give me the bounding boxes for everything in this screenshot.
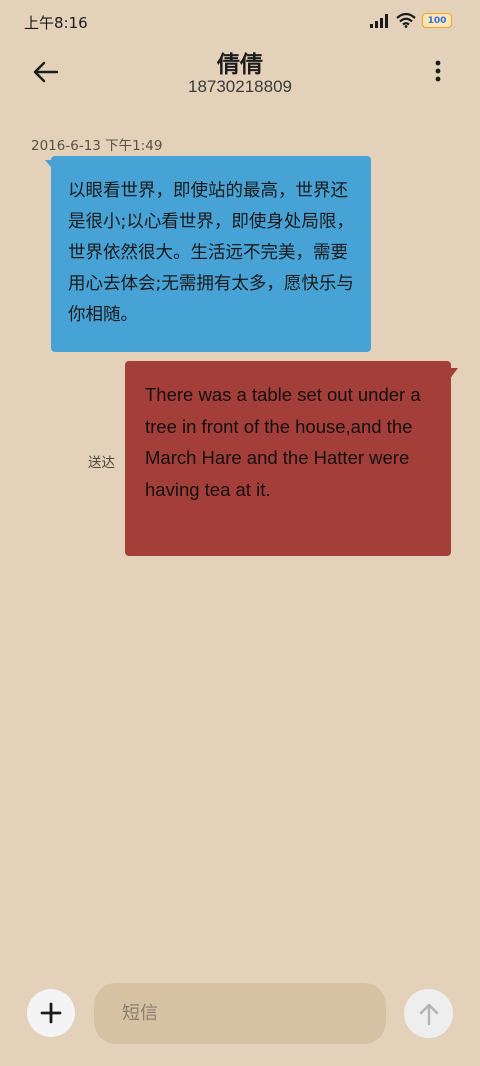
sms-input[interactable] — [94, 983, 386, 1044]
message-timestamp: 2016-6-13 下午1:49 — [31, 138, 163, 154]
battery-level: 100 — [427, 15, 447, 26]
status-time: 上午8:16 — [24, 14, 88, 32]
battery-icon: 100 — [422, 13, 452, 28]
contact-name: 倩倩 — [217, 52, 263, 78]
more-vertical-icon[interactable] — [430, 58, 446, 88]
conversation-header: 倩倩 18730218809 — [0, 44, 480, 104]
send-button[interactable] — [404, 989, 453, 1038]
incoming-message-text: 以眼看世界，即使站的最高，世界还是很小;以心看世界，即使身处局限，世界依然很大。… — [68, 181, 354, 325]
outgoing-message-bubble[interactable]: There was a table set out under a tree i… — [125, 361, 451, 556]
status-icons: 100 — [370, 13, 452, 28]
incoming-message-bubble[interactable]: 以眼看世界，即使站的最高，世界还是很小;以心看世界，即使身处局限，世界依然很大。… — [51, 156, 371, 352]
status-bar: 上午8:16 100 — [0, 0, 480, 44]
sms-conversation-screen: 上午8:16 100 倩倩 18730218809 2016-6-13 下午1:… — [0, 0, 480, 1066]
add-attachment-button[interactable] — [27, 989, 75, 1037]
plus-icon — [40, 1002, 62, 1024]
signal-icon — [370, 13, 388, 28]
contact-number: 18730218809 — [187, 77, 292, 96]
wifi-icon — [396, 13, 416, 28]
arrow-up-icon — [419, 1003, 438, 1025]
delivery-status: 送达 — [88, 455, 115, 471]
outgoing-message-text: There was a table set out under a tree i… — [145, 384, 421, 500]
